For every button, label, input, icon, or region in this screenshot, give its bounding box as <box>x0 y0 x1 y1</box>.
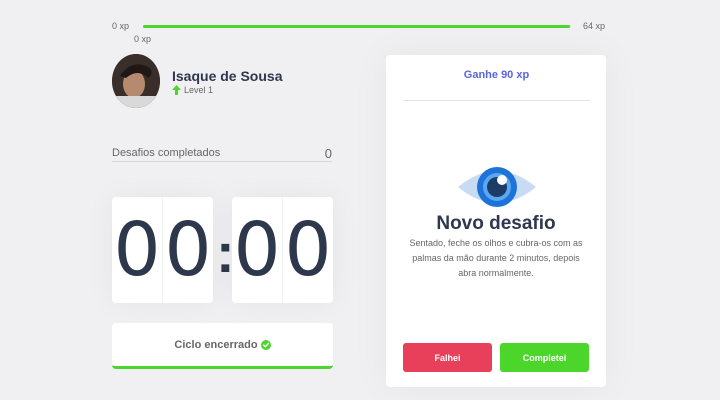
challenge-reward: Ganhe 90 xp <box>403 69 590 101</box>
complete-button[interactable]: Completei <box>500 343 589 372</box>
xp-min-label: 0 xp <box>112 21 130 31</box>
xp-progress-bar <box>143 25 571 28</box>
profile-level: Level 1 <box>172 85 213 95</box>
challenge-description: Sentado, feche os olhos e cubra-os com a… <box>409 238 583 278</box>
profile-name: Isaque de Sousa <box>172 68 283 84</box>
fail-button[interactable]: Falhei <box>403 343 492 372</box>
cycle-ended-label: Ciclo encerrado <box>174 338 258 351</box>
minute-digit-left: 0 <box>112 197 163 303</box>
xp-current-label: 0 xp <box>134 34 152 44</box>
completed-challenges: Desafios completados 0 <box>112 145 332 162</box>
avatar <box>112 54 160 108</box>
countdown-minutes: 0 0 <box>112 197 213 303</box>
eye-icon <box>458 167 536 207</box>
countdown-seconds: 0 0 <box>232 197 333 303</box>
check-circle-icon <box>260 339 271 350</box>
xp-progress-fill <box>143 25 571 28</box>
xp-max-label: 64 xp <box>583 21 606 31</box>
level-up-icon <box>172 85 181 95</box>
level-label: Level 1 <box>184 85 214 95</box>
second-digit-left: 0 <box>232 197 283 303</box>
second-digit-right: 0 <box>284 207 332 293</box>
minute-digit-right: 0 <box>164 207 212 293</box>
cycle-ended-button[interactable]: Ciclo encerrado <box>112 323 333 369</box>
challenge-title: Novo desafio <box>436 213 556 234</box>
countdown-separator: : <box>216 221 235 284</box>
completed-challenges-count: 0 <box>324 145 332 161</box>
completed-challenges-label: Desafios completados <box>112 147 221 159</box>
countdown-timer: 0 0 : 0 0 <box>112 197 333 303</box>
challenge-card: Ganhe 90 xp Novo desafio Sentado, feche … <box>386 55 606 387</box>
